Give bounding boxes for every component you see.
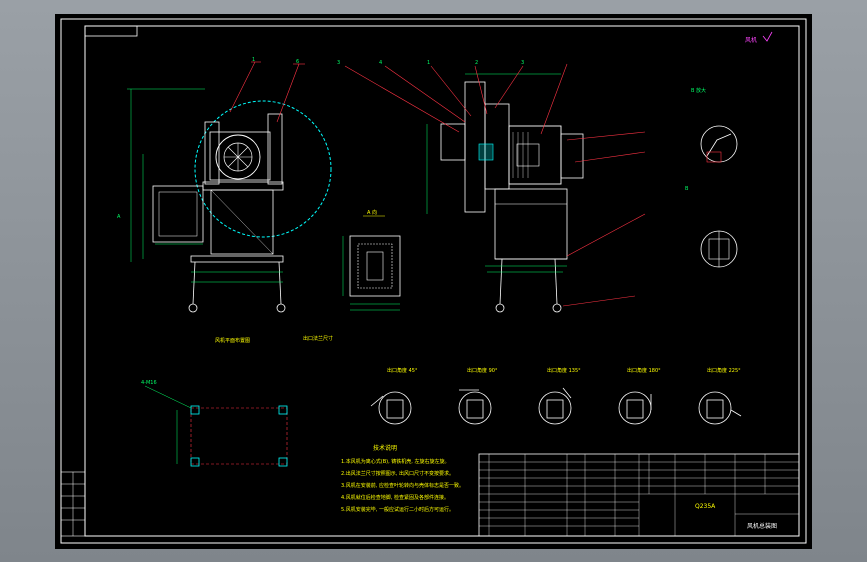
note-line: 3.风机在安装前, 应检查叶轮转向与壳体标志是否一致。 [341, 482, 464, 489]
outlet-angle-label: 出口角度 90° [467, 367, 498, 374]
part-label: 3 [521, 60, 524, 66]
outlet-angle-variants: 出口角度 45° 出口角度 90° 出口角度 135° 出口角度 180° 出口… [370, 367, 742, 425]
fan-casing-outline [194, 100, 332, 238]
detail-title-b: B 放大 [691, 87, 706, 94]
outlet-caption: 出口法兰尺寸 [303, 335, 333, 342]
drawing-name: 风机总装图 [747, 522, 777, 530]
cad-drawing-viewport[interactable]: 风机 1 6 A 风机平面布置图 A 向 出口法兰尺寸 3 4 1 2 3 B … [55, 14, 812, 549]
note-line: 5.风机安装完毕, 一般应试运行二小时后方可运行。 [341, 506, 454, 513]
part-label: 1 [427, 60, 430, 66]
front-view-caption: 风机平面布置图 [215, 337, 250, 344]
part-label: 3 [337, 60, 340, 66]
front-view: 1 6 A 风机平面布置图 [117, 57, 332, 344]
drawing-canvas: 风机 1 6 A 风机平面布置图 A 向 出口法兰尺寸 3 4 1 2 3 B … [60, 18, 807, 544]
foundation-plan: 4-M16 [141, 380, 288, 467]
outlet-angle-label: 出口角度 180° [627, 367, 661, 374]
note-line: 2.出风法兰尺寸按照图示, 出风口尺寸不变按要求。 [341, 470, 454, 477]
outlet-angle-label: 出口角度 225° [707, 367, 741, 374]
drawing-number-box [84, 25, 138, 37]
outlet-angle-label: 出口角度 45° [387, 367, 418, 374]
outlet-flange-detail: A 向 出口法兰尺寸 [303, 209, 401, 342]
note-line: 4.风机就位后检查地脚, 检查紧固及各部件连接。 [341, 494, 449, 501]
note-line: 1.本风机为离心式(B), 铸铁机壳, 左旋右旋左旋。 [341, 458, 449, 465]
check-mark-icon [762, 31, 773, 42]
part-label: 1 [252, 57, 255, 63]
material-label: Q235A [695, 503, 716, 510]
outlet-angle-label: 出口角度 135° [547, 367, 581, 374]
corner-tag: 风机 [745, 36, 757, 44]
notes-title: 技术说明 [373, 444, 397, 452]
detail-title-a: A 向 [367, 209, 377, 216]
detail-b-2-label: B [685, 186, 689, 192]
part-label: 6 [296, 59, 299, 65]
technical-notes: 技术说明 1.本风机为离心式(B), 铸铁机壳, 左旋右旋左旋。 2.出风法兰尺… [341, 444, 464, 513]
detail-b: B 放大 B [685, 87, 738, 268]
arrow-a-icon: A [117, 214, 121, 220]
title-block: Q235A 风机总装图 [478, 453, 800, 537]
outlet-duct [152, 185, 204, 243]
foundation-note: 4-M16 [141, 380, 157, 386]
part-label: 2 [475, 60, 478, 66]
motor-base [494, 188, 568, 260]
part-label: 4 [379, 60, 382, 66]
